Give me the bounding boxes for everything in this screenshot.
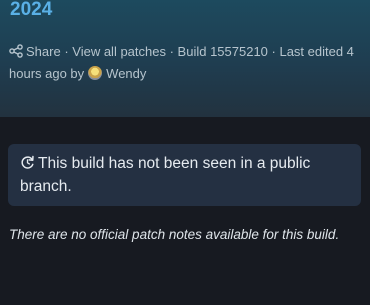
author-link[interactable]: Wendy	[106, 66, 146, 81]
build-number: Build 15575210	[177, 44, 268, 59]
build-meta: Share · View all patches · Build 1557521…	[9, 42, 361, 84]
refresh-icon	[20, 155, 35, 176]
share-icon[interactable]	[9, 44, 23, 64]
separator: ·	[267, 44, 280, 59]
share-link[interactable]: Share	[26, 44, 61, 59]
page-title: 2024	[10, 0, 53, 20]
patch-notes-message: There are no official patch notes availa…	[9, 227, 340, 242]
separator: ·	[60, 44, 73, 59]
view-all-patches-link[interactable]: View all patches	[72, 44, 166, 59]
separator: ·	[165, 44, 178, 59]
build-notice: This build has not been seen in a public…	[8, 144, 361, 206]
notice-text: This build has not been seen in a public…	[20, 155, 311, 195]
page-header: 2024 Share · View all patches · Build 15…	[0, 0, 370, 117]
avatar	[88, 66, 103, 80]
